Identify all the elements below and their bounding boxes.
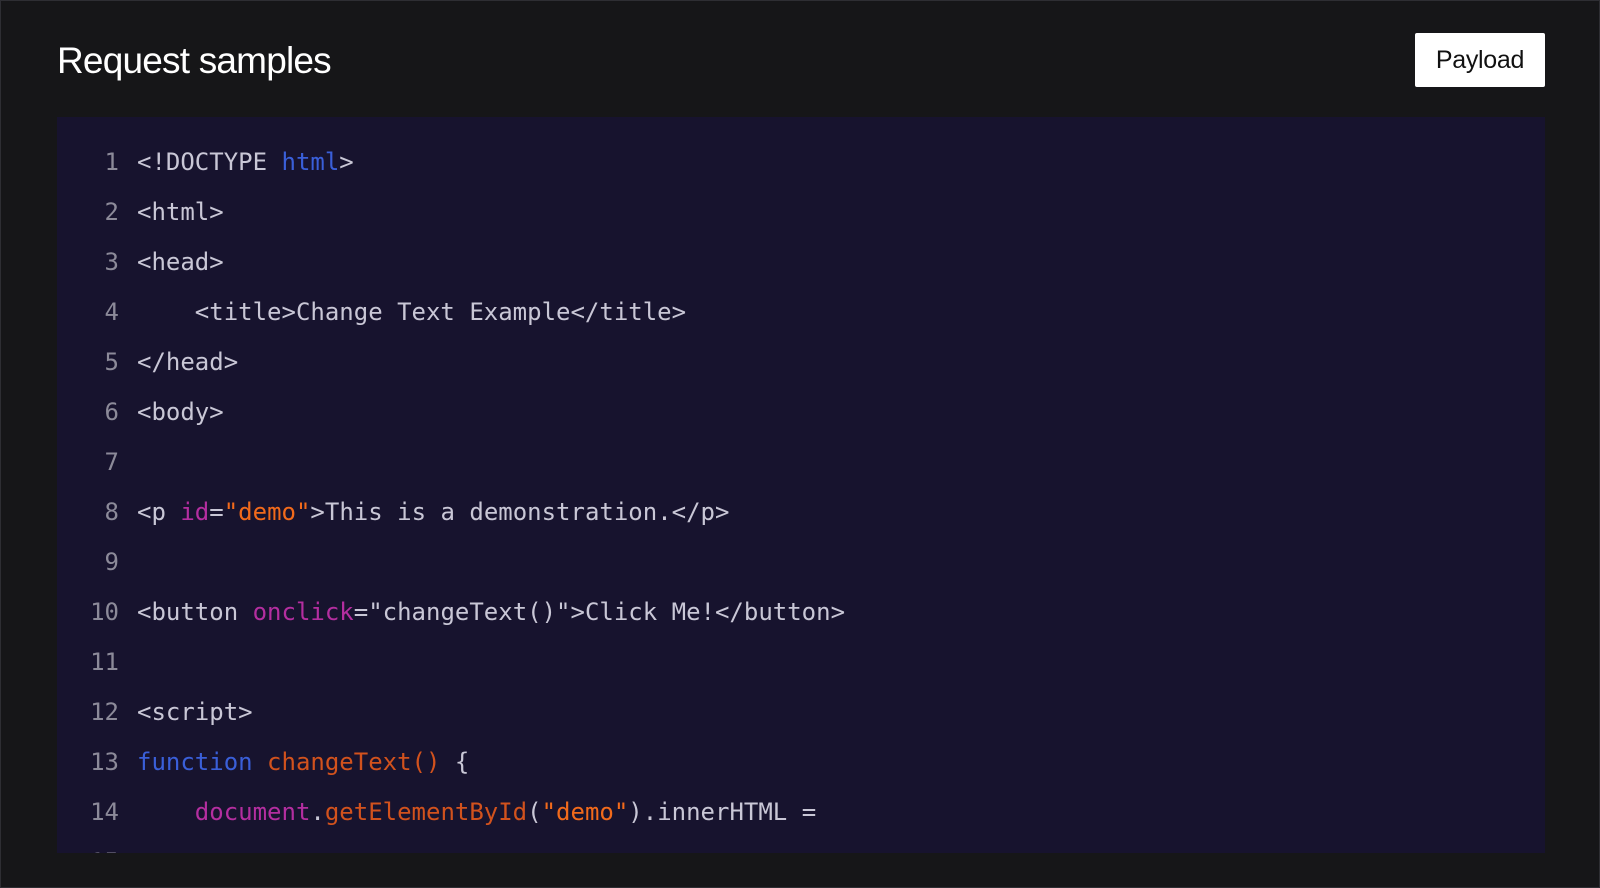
line-content: </head> <box>137 337 238 387</box>
code-line: 10 <button onclick="changeText()">Click M… <box>57 587 1545 637</box>
code-line: 8 <p id="demo">This is a demonstration.</… <box>57 487 1545 537</box>
code-line: 12 <script> <box>57 687 1545 737</box>
code-token: document <box>194 798 311 826</box>
line-content: <script> <box>137 687 253 737</box>
request-samples-panel: Request samples Payload 1 <!DOCTYPE html>… <box>0 0 1600 888</box>
code-token: "demo" <box>223 498 311 526</box>
panel-header: Request samples Payload <box>57 33 1545 89</box>
line-content: <title>Change Text Example</title> <box>137 287 686 337</box>
code-token: <title>Change Text Example</title> <box>137 298 687 326</box>
code-token: onclick <box>252 598 354 626</box>
code-line: 3 <head> <box>57 237 1545 287</box>
line-number: 7 <box>104 448 119 476</box>
code-line: 11 <box>57 637 1545 687</box>
line-number: 13 <box>90 748 119 776</box>
code-token: ( <box>527 798 542 826</box>
line-number: 14 <box>90 798 119 826</box>
line-number: 10 <box>90 598 119 626</box>
code-token: >This is a demonstration.</p> <box>310 498 730 526</box>
code-line: 2 <html> <box>57 187 1545 237</box>
line-number: 3 <box>104 248 119 276</box>
code-token: <button <box>137 598 253 626</box>
code-line: 15 <box>57 837 1545 853</box>
code-token: <body> <box>137 398 224 426</box>
line-content: <html> <box>137 187 224 237</box>
code-line: 4 <title>Change Text Example</title> <box>57 287 1545 337</box>
panel-title: Request samples <box>57 40 332 81</box>
code-token: { <box>440 748 470 776</box>
line-content: <button onclick="changeText()">Click Me!… <box>137 587 845 637</box>
line-content: function changeText() { <box>137 737 469 787</box>
code-token: ="changeText()">Click Me!</button> <box>353 598 846 626</box>
line-number: 12 <box>90 698 119 726</box>
code-token: <p <box>137 498 181 526</box>
code-token: id <box>180 498 210 526</box>
code-block[interactable]: 1 <!DOCTYPE html> 2 <html> 3 <head> 4 <title>C… <box>57 117 1545 853</box>
code-token: changeText() <box>267 748 441 776</box>
code-line: 6 <body> <box>57 387 1545 437</box>
code-token: getElementById <box>324 798 528 826</box>
code-token: html <box>281 148 340 176</box>
line-number: 4 <box>104 298 119 326</box>
code-lines: 1 <!DOCTYPE html> 2 <html> 3 <head> 4 <title>C… <box>57 137 1545 853</box>
line-number: 2 <box>104 198 119 226</box>
code-token: <!DOCTYPE <box>137 148 282 176</box>
code-line: 1 <!DOCTYPE html> <box>57 137 1545 187</box>
payload-button[interactable]: Payload <box>1415 33 1545 87</box>
line-content: <head> <box>137 237 224 287</box>
line-number: 9 <box>104 548 119 576</box>
code-line: 14 document.getElementById("demo").inner… <box>57 787 1545 837</box>
line-number: 5 <box>104 348 119 376</box>
line-content: document.getElementById("demo").innerHTM… <box>137 787 816 837</box>
code-token: ).innerHTML = <box>628 798 817 826</box>
code-token: . <box>310 798 325 826</box>
line-number: 8 <box>104 498 119 526</box>
code-token: "demo" <box>541 798 629 826</box>
line-content: <!DOCTYPE html> <box>137 137 354 187</box>
line-number: 6 <box>104 398 119 426</box>
line-number: 15 <box>57 837 119 853</box>
line-content: <body> <box>137 387 224 437</box>
code-token: <head> <box>137 248 224 276</box>
code-line: 9 <box>57 537 1545 587</box>
code-token: = <box>209 498 224 526</box>
code-token: <html> <box>137 198 224 226</box>
code-token: function <box>137 748 253 776</box>
code-line: 7 <box>57 437 1545 487</box>
code-token: <script> <box>137 698 253 726</box>
line-number: 11 <box>90 648 119 676</box>
code-token: > <box>339 148 354 176</box>
line-number: 1 <box>104 148 119 176</box>
code-token: </head> <box>137 348 239 376</box>
line-content: <p id="demo">This is a demonstration.</p… <box>137 487 729 537</box>
code-line: 13 function changeText() { <box>57 737 1545 787</box>
code-line: 5 </head> <box>57 337 1545 387</box>
